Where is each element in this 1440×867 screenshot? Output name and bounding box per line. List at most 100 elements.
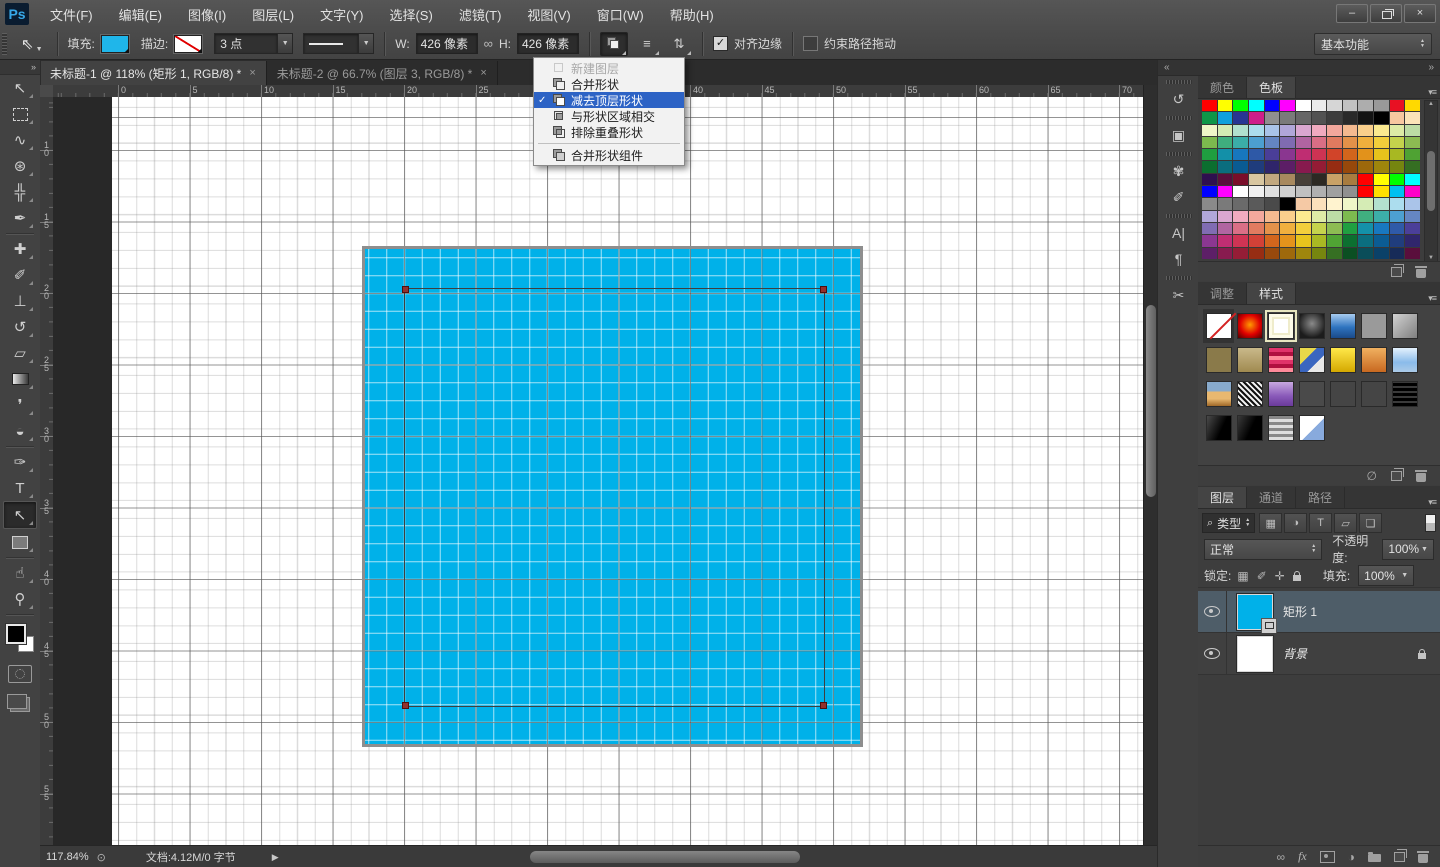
color-swatch[interactable] [1202, 223, 1217, 234]
color-swatch[interactable] [1202, 161, 1217, 172]
tool-blur-tool[interactable]: ❜ [4, 392, 36, 418]
path-arrangement-button[interactable]: ⇅ [666, 33, 692, 55]
color-swatch[interactable] [1312, 125, 1327, 136]
menu-item-new[interactable]: 新建图层 [534, 60, 684, 76]
tool-brush-tool[interactable]: ✐ [4, 262, 36, 288]
color-swatch[interactable] [1390, 161, 1405, 172]
color-swatch[interactable] [1202, 174, 1217, 185]
layer-name[interactable]: 矩形 1 [1283, 603, 1317, 620]
color-swatch[interactable] [1296, 223, 1311, 234]
color-swatch[interactable] [1280, 112, 1295, 123]
new-swatch-button[interactable] [1391, 267, 1402, 277]
color-swatch[interactable] [1312, 161, 1327, 172]
restore-button[interactable] [1370, 4, 1402, 23]
color-swatch[interactable] [1249, 161, 1264, 172]
color-swatch[interactable] [1312, 137, 1327, 148]
color-swatch[interactable] [1249, 248, 1264, 259]
tool-dodge-tool[interactable]: ◒ [4, 418, 36, 444]
tool-quick-selection-tool[interactable]: ⊛ [4, 153, 36, 179]
delete-swatch-button[interactable] [1416, 269, 1426, 278]
color-swatch[interactable] [1265, 198, 1280, 209]
color-swatch[interactable] [1390, 112, 1405, 123]
menu-item[interactable]: 视图(V) [514, 0, 583, 28]
color-swatch[interactable] [1233, 100, 1248, 111]
status-menu-arrow-icon[interactable]: ▶ [272, 852, 279, 863]
color-swatch[interactable] [1358, 112, 1373, 123]
color-swatch[interactable] [1249, 100, 1264, 111]
color-swatch[interactable] [1358, 125, 1373, 136]
color-swatch[interactable] [1405, 211, 1420, 222]
color-swatch[interactable] [1280, 161, 1295, 172]
color-swatch[interactable] [1280, 223, 1295, 234]
color-swatch[interactable] [1405, 161, 1420, 172]
color-swatch[interactable] [1343, 112, 1358, 123]
clear-style-button[interactable]: ∅ [1367, 469, 1377, 483]
color-swatch[interactable] [1296, 235, 1311, 246]
color-swatch[interactable] [1374, 235, 1389, 246]
color-swatch[interactable] [1327, 100, 1342, 111]
color-swatch[interactable] [1405, 248, 1420, 259]
color-swatch[interactable] [1343, 174, 1358, 185]
color-swatch[interactable] [1296, 211, 1311, 222]
color-swatch[interactable] [1358, 211, 1373, 222]
tool-hand-tool[interactable]: ☝ [4, 560, 36, 586]
color-swatch[interactable] [1202, 149, 1217, 160]
color-swatch[interactable] [1312, 112, 1327, 123]
color-swatch[interactable] [1249, 211, 1264, 222]
path-anchor[interactable] [820, 286, 827, 293]
color-swatch[interactable] [1405, 223, 1420, 234]
menu-item[interactable]: 文字(Y) [307, 0, 376, 28]
color-swatch[interactable] [1280, 174, 1295, 185]
color-swatch[interactable] [1233, 174, 1248, 185]
delete-style-button[interactable] [1416, 473, 1426, 482]
notes-panel-icon[interactable]: ✂ [1162, 282, 1196, 308]
tool-clone-stamp-tool[interactable]: ⊥ [4, 288, 36, 314]
shape-filter-icon[interactable]: ▱ [1334, 513, 1357, 533]
visibility-toggle[interactable] [1198, 591, 1227, 632]
menu-item[interactable]: 窗口(W) [584, 0, 657, 28]
color-swatch[interactable] [1312, 211, 1327, 222]
menu-item[interactable]: 滤镜(T) [446, 0, 515, 28]
color-swatch[interactable] [1374, 161, 1389, 172]
color-swatch[interactable] [1265, 186, 1280, 197]
color-swatch[interactable] [1280, 235, 1295, 246]
styles-tab-样式[interactable]: 样式 [1247, 283, 1296, 304]
quick-mask-button[interactable] [8, 665, 32, 683]
color-swatch[interactable] [1374, 125, 1389, 136]
color-swatch[interactable] [1280, 149, 1295, 160]
color-swatch[interactable] [1312, 186, 1327, 197]
link-layers-icon[interactable]: ∞ [1277, 850, 1286, 864]
color-swatch[interactable] [1280, 125, 1295, 136]
color-swatch[interactable] [1265, 211, 1280, 222]
menu-item-subtract[interactable]: ✓减去顶层形状 [534, 92, 684, 108]
color-swatch[interactable] [1327, 235, 1342, 246]
style-item[interactable] [1327, 309, 1358, 343]
color-swatch[interactable] [1265, 137, 1280, 148]
menu-item[interactable]: 选择(S) [376, 0, 445, 28]
color-swatch[interactable] [1312, 100, 1327, 111]
style-item[interactable] [1203, 343, 1234, 377]
menu-item[interactable]: 编辑(E) [106, 0, 175, 28]
lock-all-icon[interactable] [1293, 575, 1301, 581]
color-swatch[interactable] [1327, 223, 1342, 234]
smart-object-filter-icon[interactable]: ❏ [1359, 513, 1382, 533]
layers-tab-通道[interactable]: 通道 [1247, 487, 1296, 508]
style-item[interactable] [1358, 309, 1389, 343]
strip-collapse-button[interactable]: « [1158, 60, 1199, 76]
current-tool-button[interactable]: ⇖ ▼ [17, 33, 47, 55]
color-swatch[interactable] [1296, 161, 1311, 172]
color-swatch[interactable] [1358, 248, 1373, 259]
vertical-scrollbar-thumb[interactable] [1146, 305, 1156, 497]
menu-item[interactable]: 文件(F) [37, 0, 106, 28]
delete-layer-icon[interactable] [1418, 854, 1428, 863]
style-item[interactable] [1296, 309, 1327, 343]
color-swatch[interactable] [1296, 112, 1311, 123]
color-swatch[interactable] [1233, 211, 1248, 222]
color-swatch[interactable] [1374, 149, 1389, 160]
color-swatch[interactable] [1327, 137, 1342, 148]
shape-height-field[interactable]: 426 像素 [517, 33, 579, 54]
stroke-swatch[interactable] [174, 35, 202, 53]
color-swatch[interactable] [1249, 198, 1264, 209]
menu-item-exclude[interactable]: 排除重叠形状 [534, 124, 684, 140]
color-swatch[interactable] [1218, 211, 1233, 222]
